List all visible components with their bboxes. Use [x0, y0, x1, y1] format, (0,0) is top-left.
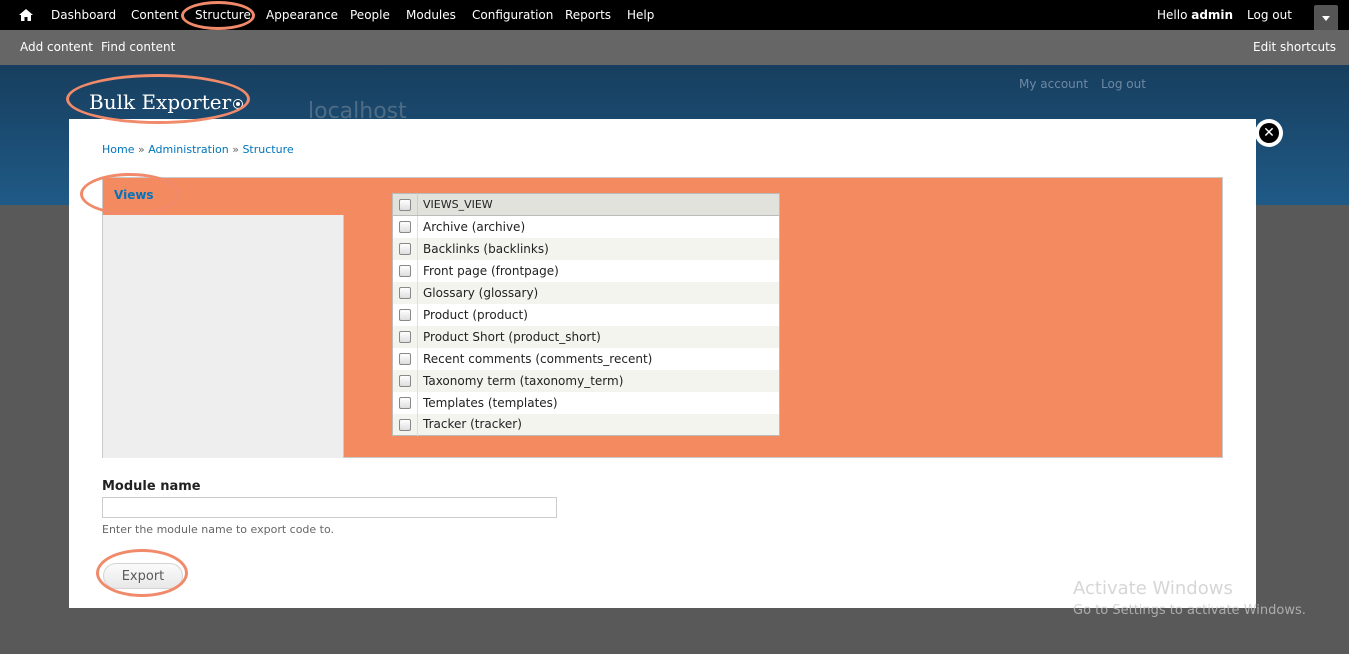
view-name: Tracker (tracker): [417, 413, 780, 436]
vertical-tabs-list: [103, 215, 344, 458]
view-name: Taxonomy term (taxonomy_term): [417, 369, 780, 392]
chevron-down-icon: [1322, 16, 1330, 21]
row-checkbox[interactable]: [399, 243, 411, 255]
view-name: Templates (templates): [417, 391, 780, 414]
row-checkbox[interactable]: [399, 287, 411, 299]
toolbar-item-dashboard[interactable]: Dashboard: [51, 8, 116, 22]
toolbar-item-help[interactable]: Help: [627, 8, 654, 22]
row-checkbox[interactable]: [399, 397, 411, 409]
breadcrumb: Home » Administration » Structure: [102, 143, 294, 156]
table-row: Glossary (glossary): [392, 281, 780, 304]
table-row: Taxonomy term (taxonomy_term): [392, 369, 780, 392]
page-title: Bulk Exporter: [89, 90, 232, 114]
add-to-shortcuts-icon[interactable]: [233, 99, 243, 109]
row-checkbox[interactable]: [399, 309, 411, 321]
greeting-text: Hello: [1157, 8, 1192, 22]
username[interactable]: admin: [1191, 8, 1233, 22]
table-cell: [392, 281, 418, 304]
row-checkbox[interactable]: [399, 353, 411, 365]
row-checkbox[interactable]: [399, 265, 411, 277]
table-cell: [392, 369, 418, 392]
vertical-tabs: Views VIEWS_VIEW Archive (archive) Backl…: [102, 177, 1223, 458]
table-row: Recent comments (comments_recent): [392, 347, 780, 370]
view-name: Front page (frontpage): [417, 259, 780, 282]
view-name: Backlinks (backlinks): [417, 237, 780, 260]
toolbar-item-people[interactable]: People: [350, 8, 390, 22]
row-checkbox[interactable]: [399, 418, 411, 431]
close-icon: ✕: [1259, 123, 1279, 143]
table-row: Front page (frontpage): [392, 259, 780, 282]
overlay-close-button[interactable]: ✕: [1255, 119, 1283, 147]
table-row: Archive (archive): [392, 215, 780, 238]
module-name-label: Module name: [102, 479, 201, 494]
table-cell: [392, 237, 418, 260]
view-name: Archive (archive): [417, 215, 780, 238]
toolbar-item-reports[interactable]: Reports: [565, 8, 611, 22]
view-name: Product Short (product_short): [417, 325, 780, 348]
overlay-panel: Home » Administration » Structure Views …: [69, 119, 1256, 608]
row-checkbox[interactable]: [399, 331, 411, 343]
table-cell: [392, 347, 418, 370]
view-name: Product (product): [417, 303, 780, 326]
vertical-tab-views[interactable]: Views: [114, 188, 154, 202]
admin-toolbar: Dashboard Content Structure Appearance P…: [0, 0, 1349, 30]
toolbar-item-structure[interactable]: Structure: [195, 8, 251, 22]
view-name: Glossary (glossary): [417, 281, 780, 304]
breadcrumb-separator: »: [228, 143, 243, 156]
table-cell: [392, 303, 418, 326]
row-checkbox[interactable]: [399, 375, 411, 387]
views-table: VIEWS_VIEW Archive (archive) Backlinks (…: [392, 193, 780, 436]
table-row: Product (product): [392, 303, 780, 326]
breadcrumb-administration[interactable]: Administration: [148, 143, 229, 156]
toolbar-item-appearance[interactable]: Appearance: [266, 8, 338, 22]
module-name-input[interactable]: [102, 497, 557, 518]
table-cell: [392, 215, 418, 238]
my-account-link[interactable]: My account: [1019, 77, 1088, 91]
module-name-description: Enter the module name to export code to.: [102, 523, 335, 536]
shortcut-find-content[interactable]: Find content: [101, 40, 175, 54]
select-all-checkbox[interactable]: [399, 199, 411, 211]
table-cell: [392, 391, 418, 414]
home-icon[interactable]: [18, 7, 34, 23]
shortcuts-bar: Add content Find content Edit shortcuts: [0, 30, 1349, 65]
view-name: Recent comments (comments_recent): [417, 347, 780, 370]
table-row: Templates (templates): [392, 391, 780, 414]
select-all-cell: [392, 193, 418, 216]
column-header-views-view: VIEWS_VIEW: [417, 193, 780, 216]
table-row: Backlinks (backlinks): [392, 237, 780, 260]
site-logout-link[interactable]: Log out: [1101, 77, 1146, 91]
user-greeting: Hello admin: [1157, 8, 1233, 22]
export-button[interactable]: Export: [103, 563, 183, 589]
table-header-row: VIEWS_VIEW: [392, 193, 780, 216]
table-row: Tracker (tracker): [392, 413, 780, 436]
toolbar-item-content[interactable]: Content: [131, 8, 179, 22]
activate-windows-subtitle: Go to Settings to activate Windows.: [1073, 603, 1306, 618]
toolbar-logout-link[interactable]: Log out: [1247, 8, 1292, 22]
table-cell: [392, 259, 418, 282]
shortcut-drawer-toggle[interactable]: [1314, 5, 1338, 30]
table-cell: [392, 413, 418, 436]
breadcrumb-structure[interactable]: Structure: [242, 143, 293, 156]
breadcrumb-separator: »: [134, 143, 149, 156]
activate-windows-title: Activate Windows: [1073, 578, 1233, 599]
toolbar-item-configuration[interactable]: Configuration: [472, 8, 553, 22]
edit-shortcuts-link[interactable]: Edit shortcuts: [1253, 40, 1336, 54]
table-row: Product Short (product_short): [392, 325, 780, 348]
row-checkbox[interactable]: [399, 221, 411, 234]
shortcut-add-content[interactable]: Add content: [20, 40, 93, 54]
breadcrumb-home[interactable]: Home: [102, 143, 134, 156]
table-cell: [392, 325, 418, 348]
toolbar-item-modules[interactable]: Modules: [406, 8, 456, 22]
